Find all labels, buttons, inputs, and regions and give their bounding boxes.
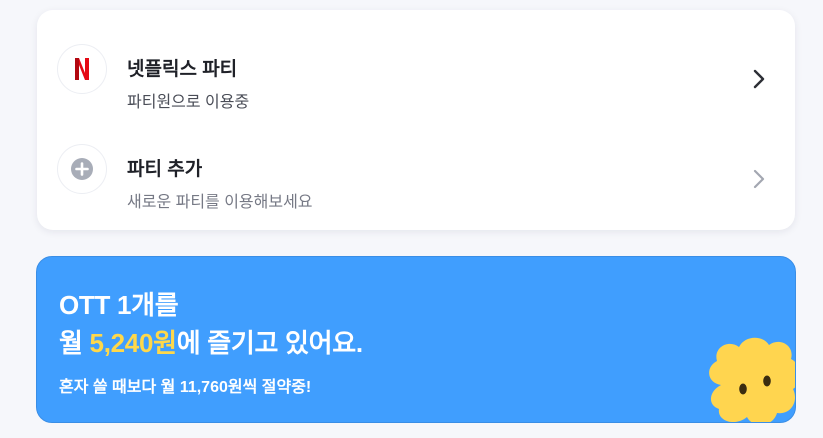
banner-line2-suffix: 에 즐기고 있어요. xyxy=(176,328,363,358)
banner-headline-line2: 월 5,240원에 즐기고 있어요. xyxy=(59,323,363,360)
party-item-add[interactable]: 파티 추가 새로운 파티를 이용해보세요 xyxy=(37,120,795,220)
party-item-subtitle: 파티원으로 이용중 xyxy=(127,94,250,111)
party-item-title: 파티 추가 xyxy=(127,159,203,180)
party-item-netflix[interactable]: 넷플릭스 파티 파티원으로 이용중 xyxy=(37,20,795,120)
banner-headline-line1: OTT 1개를 xyxy=(59,290,179,320)
party-item-subtitle: 새로운 파티를 이용해보세요 xyxy=(127,194,313,211)
chevron-right-icon xyxy=(753,169,765,189)
chevron-right-icon xyxy=(753,69,765,89)
monthly-amount: 5,240원 xyxy=(89,328,177,358)
savings-banner: OTT 1개를 월 5,240원에 즐기고 있어요. 혼자 쓸 때보다 월 11… xyxy=(36,256,796,423)
banner-line2-prefix: 월 xyxy=(59,328,90,358)
netflix-logo-icon xyxy=(57,44,107,94)
party-item-title: 넷플릭스 파티 xyxy=(127,59,238,80)
party-list-card: 넷플릭스 파티 파티원으로 이용중 파티 추가 새로운 파티를 이용해보세요 xyxy=(37,10,795,230)
banner-savings-text: 혼자 쓸 때보다 월 11,760원씩 절약중! xyxy=(59,379,312,396)
plus-circle-icon xyxy=(57,144,107,194)
mascot-character-icon xyxy=(709,337,795,422)
